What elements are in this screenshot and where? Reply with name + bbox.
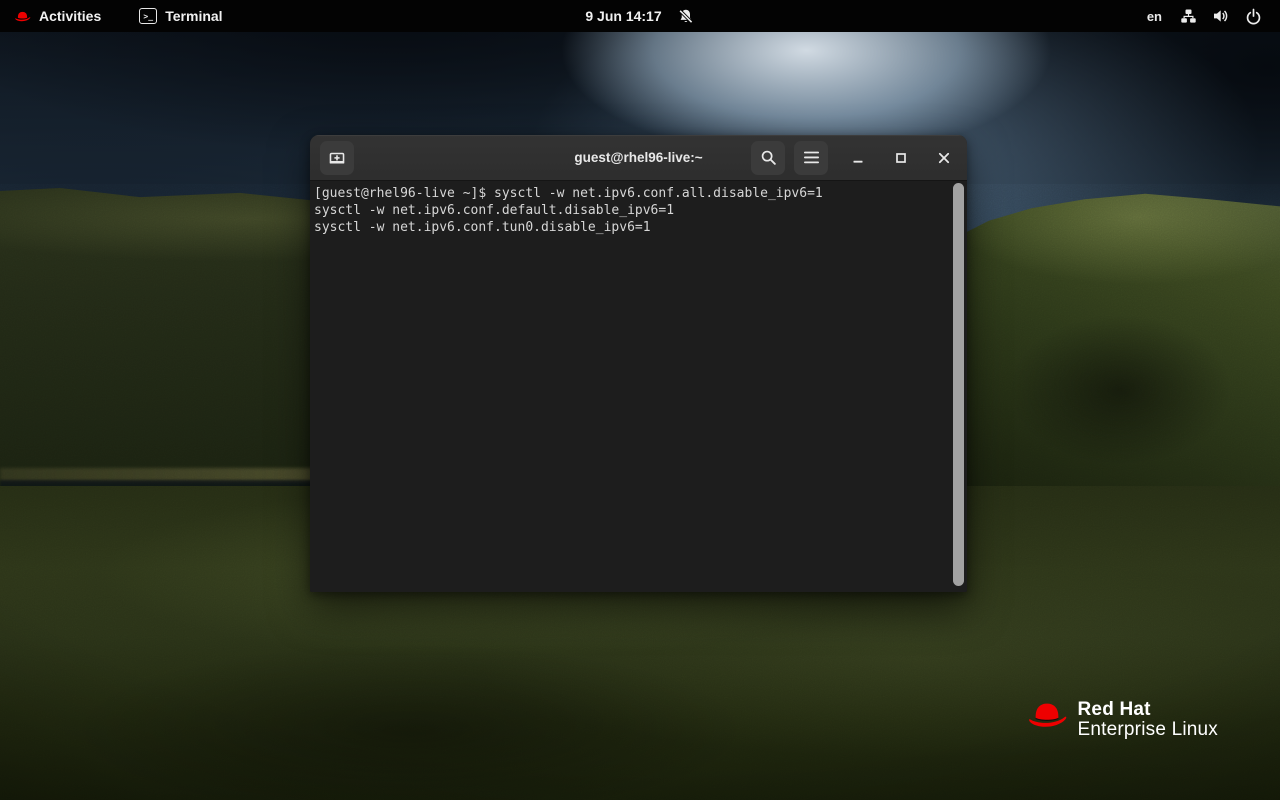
gnome-top-bar: Activities >_ Terminal 9 Jun 14:17 en: [0, 0, 1280, 32]
window-title: guest@rhel96-live:~: [574, 150, 702, 165]
search-button[interactable]: [751, 141, 785, 175]
terminal-scrollbar[interactable]: [953, 183, 964, 586]
hamburger-menu-icon: [804, 151, 819, 164]
terminal-icon: >_: [139, 8, 157, 24]
activities-label: Activities: [39, 8, 101, 24]
terminal-line: sysctl -w net.ipv6.conf.tun0.disable_ipv…: [314, 219, 945, 236]
power-icon: [1245, 8, 1262, 25]
rhel-branding: Red Hat Enterprise Linux: [1026, 700, 1219, 740]
focused-app-label: Terminal: [165, 8, 222, 24]
redhat-fedora-icon: [1026, 700, 1068, 730]
keyboard-layout-indicator[interactable]: en: [1147, 9, 1162, 24]
close-button[interactable]: [931, 145, 957, 171]
menu-button[interactable]: [794, 141, 828, 175]
terminal-window: guest@rhel96-live:~: [310, 135, 967, 592]
clock-button[interactable]: 9 Jun 14:17: [585, 0, 694, 32]
clock-label: 9 Jun 14:17: [585, 8, 661, 24]
new-tab-button[interactable]: [320, 141, 354, 175]
system-menu-button[interactable]: [1180, 8, 1262, 25]
network-wired-icon: [1180, 8, 1197, 24]
minimize-icon: [850, 150, 866, 166]
maximize-icon: [893, 150, 909, 166]
terminal-line: sysctl -w net.ipv6.conf.default.disable_…: [314, 202, 945, 219]
terminal-content[interactable]: [guest@rhel96-live ~]$ sysctl -w net.ipv…: [310, 181, 967, 592]
bell-muted-icon: [678, 8, 695, 25]
activities-button[interactable]: Activities: [14, 8, 101, 24]
new-tab-icon: [328, 149, 346, 167]
brand-product-edition: Enterprise Linux: [1078, 720, 1219, 740]
close-icon: [936, 150, 952, 166]
brand-product-name: Red Hat: [1078, 700, 1219, 720]
terminal-titlebar[interactable]: guest@rhel96-live:~: [310, 135, 967, 181]
minimize-button[interactable]: [845, 145, 871, 171]
search-icon: [760, 149, 777, 166]
focused-app-menu[interactable]: >_ Terminal: [139, 8, 222, 24]
redhat-logo-icon: [14, 10, 31, 23]
maximize-button[interactable]: [888, 145, 914, 171]
desktop: Red Hat Enterprise Linux Activities >_ T…: [0, 0, 1280, 800]
terminal-line: [guest@rhel96-live ~]$ sysctl -w net.ipv…: [314, 185, 945, 202]
speaker-loud-icon: [1212, 8, 1230, 24]
